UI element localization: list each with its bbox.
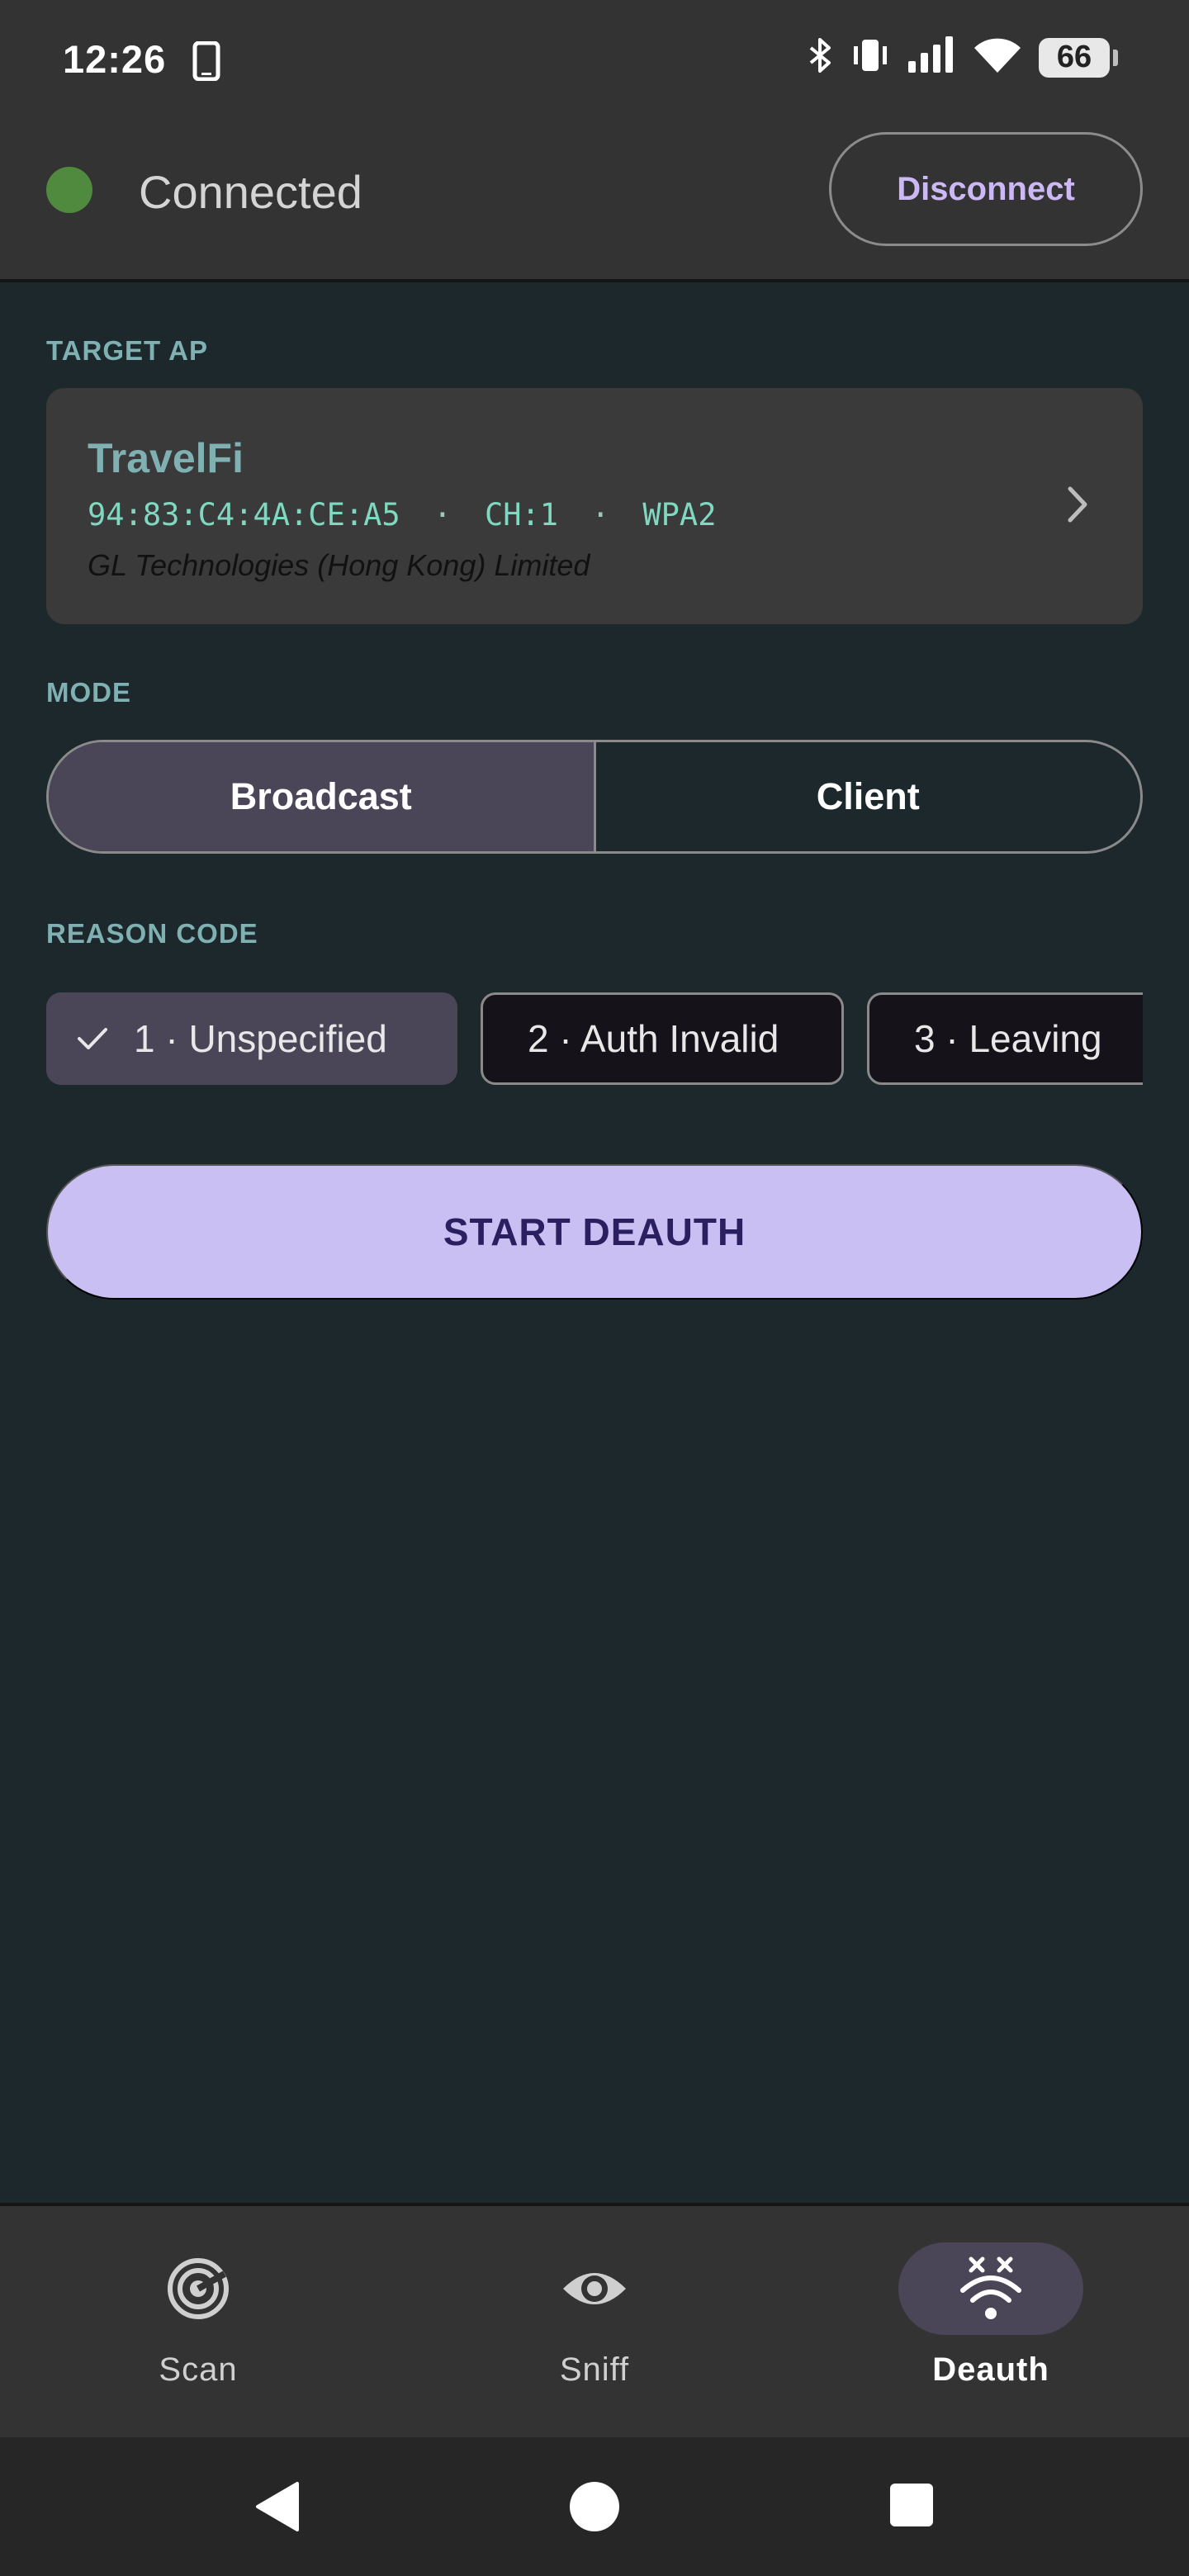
- ap-ssid: TravelFi: [88, 435, 244, 481]
- reason-code-heading: REASON CODE: [46, 918, 258, 949]
- nav-icon-container: [502, 2242, 687, 2335]
- mode-segmented-control: Broadcast Client: [46, 740, 1143, 854]
- nav-icon-container: [106, 2242, 291, 2335]
- system-navigation-bar: [0, 2437, 1189, 2576]
- battery-indicator: 66: [1039, 37, 1118, 78]
- wifi-icon: [973, 36, 1022, 78]
- connection-bar: Connected Disconnect: [0, 124, 1189, 282]
- ap-security: WPA2: [642, 497, 717, 533]
- separator: ·: [591, 497, 610, 533]
- reason-chip-3[interactable]: 3 · Leaving: [867, 992, 1143, 1085]
- back-icon[interactable]: [253, 2480, 302, 2537]
- target-ap-card[interactable]: TravelFi 94:83:C4:4A:CE:A5 · CH:1 · WPA2…: [46, 388, 1143, 624]
- eye-icon: [563, 2273, 626, 2304]
- home-icon[interactable]: [568, 2480, 621, 2537]
- reason-chip-1[interactable]: 1 · Unspecified: [46, 992, 457, 1085]
- chip-label: 2 · Auth Invalid: [528, 1017, 779, 1060]
- mode-client-option[interactable]: Client: [596, 742, 1141, 851]
- separator: ·: [433, 497, 452, 533]
- nav-item-scan[interactable]: Scan: [50, 2206, 347, 2441]
- ap-vendor: GL Technologies (Hong Kong) Limited: [88, 548, 590, 582]
- nav-label: Deauth: [932, 2351, 1049, 2388]
- status-time: 12:26: [63, 37, 167, 81]
- bluetooth-icon: [808, 36, 834, 78]
- mode-broadcast-option[interactable]: Broadcast: [49, 742, 596, 851]
- connection-status-label: Connected: [139, 166, 362, 218]
- reason-code-chips: 1 · Unspecified 2 · Auth Invalid 3 · Lea…: [46, 992, 1143, 1085]
- chip-label: 1 · Unspecified: [134, 1017, 387, 1060]
- nav-label: Scan: [159, 2351, 238, 2388]
- signal-icon: [907, 36, 956, 78]
- nav-icon-container: [898, 2242, 1083, 2335]
- nav-item-deauth[interactable]: Deauth: [842, 2206, 1139, 2441]
- mode-heading: MODE: [46, 677, 131, 708]
- recents-icon[interactable]: [888, 2482, 935, 2532]
- wifi-off-icon: [960, 2256, 1021, 2319]
- disconnect-button[interactable]: Disconnect: [829, 132, 1143, 246]
- connection-status-dot: [46, 167, 92, 213]
- ap-channel: CH:1: [484, 497, 559, 533]
- chip-label: 3 · Leaving: [914, 1017, 1102, 1060]
- check-icon: [78, 1028, 107, 1049]
- reason-chip-2[interactable]: 2 · Auth Invalid: [481, 992, 844, 1085]
- radar-icon: [168, 2258, 229, 2319]
- ap-details: 94:83:C4:4A:CE:A5 · CH:1 · WPA2: [88, 497, 716, 533]
- chevron-right-icon: [1065, 484, 1090, 529]
- phone-icon: [192, 40, 221, 85]
- status-icons: 66: [808, 36, 1118, 78]
- start-deauth-button[interactable]: START DEAUTH: [46, 1164, 1143, 1300]
- nav-item-sniff[interactable]: Sniff: [446, 2206, 743, 2441]
- bottom-navigation: Scan Sniff Deauth: [0, 2203, 1189, 2437]
- target-ap-heading: TARGET AP: [46, 335, 208, 366]
- vibrate-icon: [850, 36, 890, 78]
- status-bar: 12:26 66: [0, 0, 1189, 124]
- nav-label: Sniff: [559, 2351, 630, 2388]
- ap-bssid: 94:83:C4:4A:CE:A5: [88, 497, 400, 533]
